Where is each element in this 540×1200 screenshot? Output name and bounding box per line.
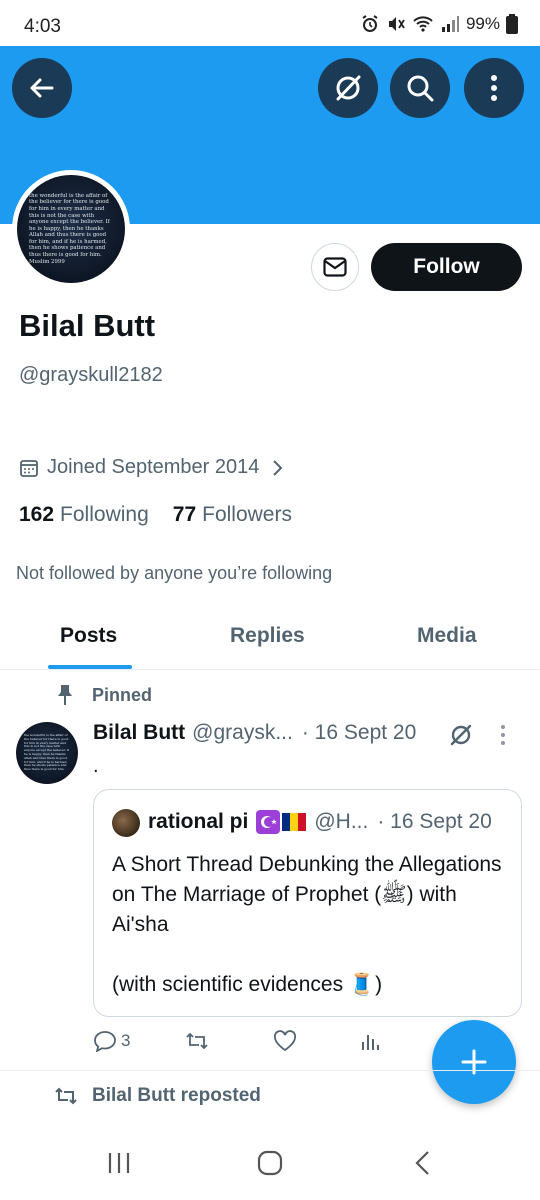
post-author-name[interactable]: Bilal Butt xyxy=(93,721,185,745)
repost-icon xyxy=(55,1087,77,1105)
name-emoji-badges xyxy=(256,810,307,834)
reply-button[interactable]: 3 xyxy=(93,1030,130,1052)
star-crescent-icon xyxy=(256,810,281,834)
active-tab-indicator xyxy=(48,665,132,669)
profile-tabs: Posts Replies Media xyxy=(0,610,540,670)
followers-count: 77 xyxy=(172,503,197,526)
quoted-post[interactable]: rational pi @H... · 16 Sept 20 A Short T… xyxy=(93,789,522,1017)
joined-label: Joined September 2014 xyxy=(47,456,260,478)
following-count: 162 xyxy=(19,503,55,526)
search-icon xyxy=(407,75,434,102)
post-text: . xyxy=(93,755,99,777)
profile-avatar[interactable]: the wonderful is the affair of the belie… xyxy=(12,170,130,288)
quoted-author-handle: @H... xyxy=(314,810,369,833)
signal-icon xyxy=(441,16,459,32)
repost-button[interactable] xyxy=(185,1030,213,1052)
like-button[interactable] xyxy=(273,1030,301,1052)
reposted-label: Bilal Butt reposted xyxy=(92,1085,261,1106)
profile-handle: @grayskull2182 xyxy=(19,364,163,386)
pinned-indicator: Pinned xyxy=(56,684,152,706)
follow-stats: 162 Following 77 Followers xyxy=(19,503,292,527)
more-vertical-icon xyxy=(491,75,497,101)
reply-count: 3 xyxy=(121,1031,131,1050)
back-button[interactable] xyxy=(12,58,72,118)
more-vertical-icon xyxy=(501,725,505,745)
status-bar: 4:03 99% xyxy=(0,0,540,48)
mail-icon xyxy=(323,257,347,277)
avatar-quote-text: the wonderful is the affair of the belie… xyxy=(29,193,113,266)
status-icons: 99% xyxy=(360,14,518,34)
post-grok-button[interactable] xyxy=(448,722,474,753)
plus-icon xyxy=(461,1049,487,1075)
not-followed-notice: Not followed by anyone you’re following xyxy=(16,563,333,583)
status-time: 4:03 xyxy=(24,16,61,37)
following-label: Following xyxy=(60,503,149,526)
grok-icon xyxy=(336,75,361,101)
recent-apps-button[interactable] xyxy=(106,1150,132,1181)
battery-icon xyxy=(506,14,518,34)
post-more-button[interactable] xyxy=(500,724,506,751)
follow-button[interactable]: Follow xyxy=(371,243,522,291)
tab-replies[interactable]: Replies xyxy=(230,624,305,648)
grok-icon xyxy=(450,724,472,746)
repost-icon xyxy=(186,1032,208,1050)
avatar-image: the wonderful is the affair of the belie… xyxy=(17,175,125,283)
battery-percent: 99% xyxy=(465,14,500,33)
joined-date[interactable]: Joined September 2014 xyxy=(19,456,283,479)
post-divider xyxy=(0,1070,540,1071)
back-nav-button[interactable] xyxy=(412,1150,432,1181)
system-navigation-bar xyxy=(0,1128,540,1200)
avatar-source: Muslim 2999 xyxy=(29,258,65,265)
tab-posts[interactable]: Posts xyxy=(60,624,117,648)
pin-icon xyxy=(58,685,72,705)
arrow-left-icon xyxy=(30,78,54,98)
compose-post-button[interactable] xyxy=(432,1020,516,1104)
chevron-left-icon xyxy=(415,1151,429,1175)
chevron-right-icon xyxy=(273,459,283,476)
grok-button[interactable] xyxy=(318,58,378,118)
quoted-post-date: · 16 Sept 20 xyxy=(377,810,492,833)
quoted-author-name: rational pi xyxy=(148,810,249,833)
reply-icon xyxy=(94,1031,116,1052)
recent-apps-icon xyxy=(108,1153,130,1173)
repost-indicator: Bilal Butt reposted xyxy=(54,1085,261,1107)
quoted-author-avatar xyxy=(112,809,140,837)
post-author-avatar[interactable]: the wonderful is the affair of the belie… xyxy=(16,722,78,784)
message-button[interactable] xyxy=(311,243,359,291)
views-button[interactable] xyxy=(358,1030,386,1052)
romania-flag-icon xyxy=(282,813,307,831)
heart-icon xyxy=(273,1030,297,1052)
more-options-button[interactable] xyxy=(464,58,524,118)
search-button[interactable] xyxy=(390,58,450,118)
pinned-label: Pinned xyxy=(92,684,153,705)
tab-media[interactable]: Media xyxy=(417,624,477,648)
followers-link[interactable]: 77 Followers xyxy=(173,503,292,527)
post-avatar-quote: the wonderful is the affair of the belie… xyxy=(24,733,69,772)
avatar-quote: the wonderful is the affair of the belie… xyxy=(29,192,110,259)
alarm-icon xyxy=(362,15,378,32)
views-icon xyxy=(362,1035,379,1050)
wifi-icon xyxy=(413,16,433,32)
home-icon xyxy=(257,1150,283,1176)
mute-icon xyxy=(388,17,405,31)
profile-name: Bilal Butt xyxy=(19,308,156,343)
calendar-icon xyxy=(20,459,38,477)
post-header: Bilal Butt @graysk... · 16 Sept 20 xyxy=(93,721,416,745)
post-date[interactable]: · 16 Sept 20 xyxy=(302,721,416,745)
quoted-post-text: A Short Thread Debunking the Allegations… xyxy=(112,853,502,996)
following-link[interactable]: 162 Following xyxy=(19,503,149,527)
quoted-post-header: rational pi @H... · 16 Sept 20 xyxy=(148,810,492,834)
home-button[interactable] xyxy=(257,1150,283,1181)
followers-label: Followers xyxy=(202,503,292,526)
post-author-handle[interactable]: @graysk... xyxy=(192,721,293,745)
